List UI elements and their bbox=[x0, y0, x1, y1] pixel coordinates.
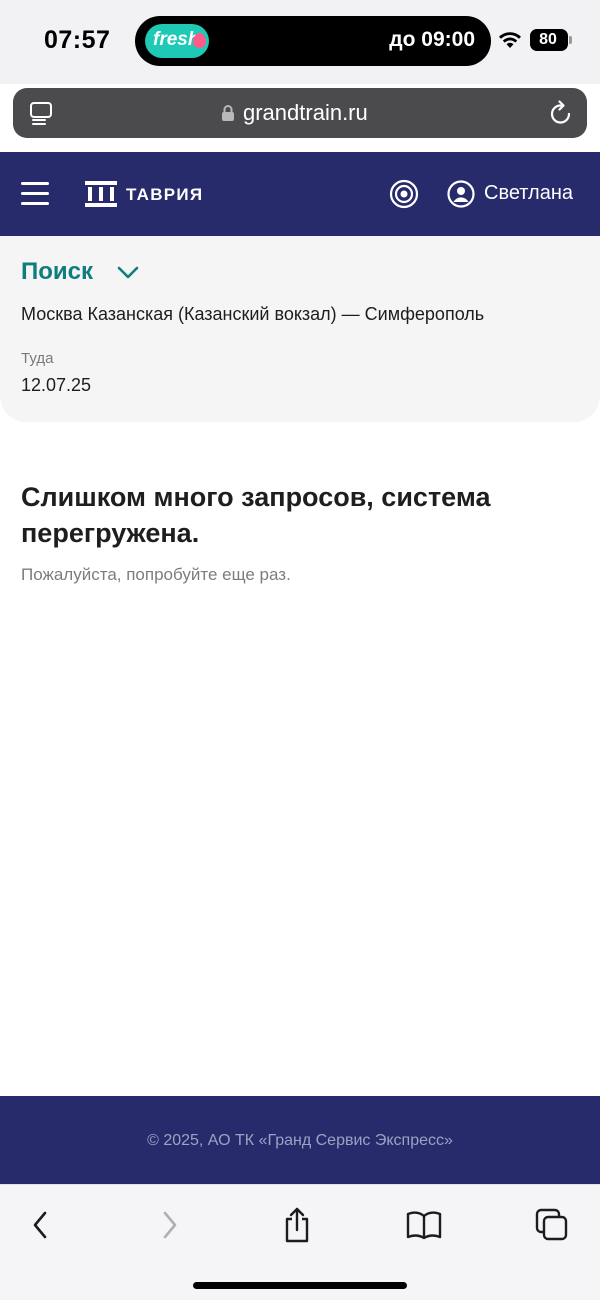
direction-label: Туда bbox=[21, 350, 54, 367]
search-toggle[interactable]: Поиск bbox=[21, 258, 139, 288]
logo-text[interactable]: ТАВРИЯ bbox=[126, 185, 203, 205]
share-icon bbox=[285, 1207, 309, 1243]
tabs-button[interactable] bbox=[532, 1205, 572, 1245]
user-name[interactable]: Светлана bbox=[484, 182, 573, 205]
route-text: Москва Казанская (Казанский вокзал) — Си… bbox=[21, 304, 485, 324]
menu-icon[interactable] bbox=[21, 182, 49, 206]
tabs-view-icon[interactable] bbox=[29, 101, 53, 125]
forward-icon bbox=[163, 1211, 177, 1239]
bookmarks-button[interactable] bbox=[404, 1205, 444, 1245]
user-icon[interactable] bbox=[447, 180, 475, 208]
live-activity-text: до 09:00 bbox=[389, 28, 475, 51]
tabs-icon bbox=[535, 1208, 568, 1241]
wifi-icon bbox=[499, 32, 521, 48]
forward-button[interactable] bbox=[150, 1205, 190, 1245]
back-button[interactable] bbox=[20, 1205, 60, 1245]
status-time: 07:57 bbox=[44, 26, 111, 54]
address-bar[interactable]: grandtrain.ru bbox=[13, 88, 587, 138]
site-footer: © 2025, АО ТК «Гранд Сервис Экспресс» bbox=[0, 1096, 600, 1184]
error-title: Слишком много запросов, система перегруж… bbox=[21, 482, 491, 548]
dynamic-island[interactable]: fresh до 09:00 bbox=[135, 16, 491, 66]
back-icon bbox=[33, 1211, 47, 1239]
departure-date: 12.07.25 bbox=[21, 375, 92, 395]
search-summary-panel: Поиск Москва Казанская (Казанский вокзал… bbox=[0, 236, 600, 422]
site-header: ТАВРИЯ Светлана bbox=[0, 152, 600, 236]
chevron-down-icon bbox=[117, 266, 139, 279]
battery-indicator: 80 bbox=[530, 29, 568, 51]
copyright-text: © 2025, АО ТК «Гранд Сервис Экспресс» bbox=[147, 1132, 453, 1149]
share-button[interactable] bbox=[277, 1205, 317, 1245]
browser-toolbar bbox=[0, 1184, 600, 1300]
search-title: Поиск bbox=[21, 258, 94, 285]
status-bar: 07:57 fresh до 09:00 80 bbox=[0, 0, 600, 84]
lock-icon bbox=[222, 105, 234, 121]
home-indicator[interactable] bbox=[193, 1282, 407, 1289]
error-subtitle: Пожалуйста, попробуйте еще раз. bbox=[21, 565, 291, 584]
battery-tip bbox=[569, 36, 572, 44]
fresh-app-badge: fresh bbox=[145, 24, 209, 58]
fresh-drop-icon bbox=[193, 33, 206, 48]
reload-icon[interactable] bbox=[549, 100, 573, 126]
logo-mark-icon[interactable] bbox=[85, 181, 117, 207]
bookmarks-icon bbox=[406, 1211, 442, 1240]
url-text[interactable]: grandtrain.ru bbox=[243, 100, 368, 126]
battery-level: 80 bbox=[539, 31, 557, 48]
accessibility-icon[interactable] bbox=[389, 179, 419, 209]
